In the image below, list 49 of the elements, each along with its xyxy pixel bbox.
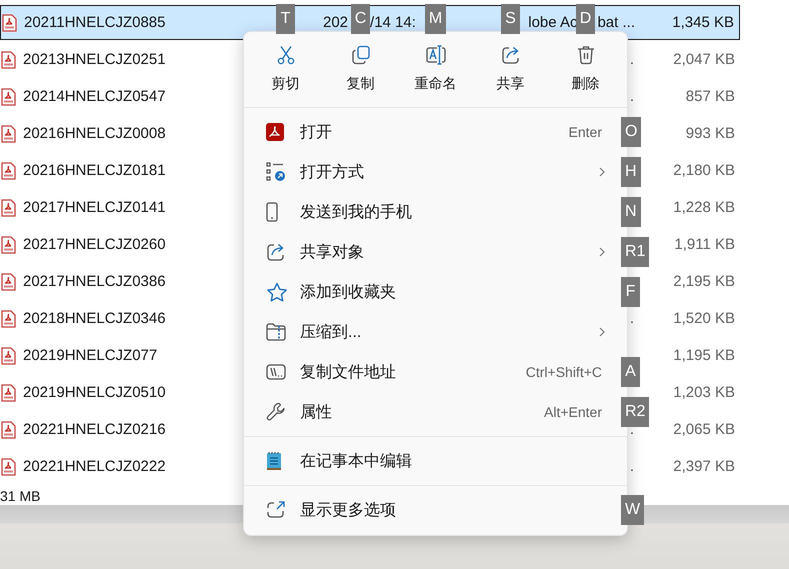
file-size: 2,180 KB [672, 162, 736, 179]
keytip-badge: F [621, 277, 640, 307]
keytip-badge: C [350, 4, 370, 34]
file-name: 20217HNELCJZ0260 [23, 236, 166, 253]
shortcut-text: Alt+Enter [544, 404, 602, 420]
file-type: bat ... [597, 14, 635, 31]
file-size: 857 KB [684, 88, 736, 105]
status-text: 31 MB [0, 488, 40, 504]
file-name: 20216HNELCJZ0008 [23, 125, 166, 142]
file-name: 20217HNELCJZ0386 [23, 273, 166, 290]
file-name: 20221HNELCJZ0222 [23, 458, 166, 475]
file-size: 993 KB [684, 125, 736, 142]
keytip-badge: R2 [621, 397, 650, 427]
file-name: 20219HNELCJZ0510 [23, 384, 166, 401]
file-type: . [630, 310, 634, 327]
file-date: /14 14: [370, 14, 416, 31]
file-type: . [630, 51, 634, 68]
keytip-badge: D [576, 4, 596, 34]
keytip-badge: W [621, 495, 644, 525]
keytip-badge: T [276, 4, 295, 34]
file-size: 1,195 KB [672, 347, 736, 364]
keytip-badge: R1 [621, 237, 650, 267]
keytip-badge: N [621, 197, 641, 227]
file-name: 20216HNELCJZ0181 [23, 162, 166, 179]
file-date: 202 [323, 14, 348, 31]
file-name: 20213HNELCJZ0251 [23, 51, 166, 68]
file-size: 1,345 KB [671, 14, 735, 31]
file-name: 20214HNELCJZ0547 [23, 88, 166, 105]
keytip-badge: A [621, 357, 640, 387]
file-size: 2,195 KB [672, 273, 736, 290]
file-size: 2,397 KB [672, 458, 736, 475]
keytip-badge: M [424, 4, 446, 34]
file-type: . [630, 458, 634, 475]
file-name: 20211HNELCJZ0885 [24, 14, 166, 31]
shortcut-text: Ctrl+Shift+C [526, 364, 602, 380]
file-size: 1,228 KB [672, 199, 736, 216]
file-size: 2,047 KB [672, 51, 736, 68]
keytip-badge: S [501, 4, 520, 34]
file-name: 20217HNELCJZ0141 [23, 199, 166, 216]
file-size: 1,203 KB [672, 384, 736, 401]
file-name: 20219HNELCJZ077 [23, 347, 158, 364]
keytip-badge: H [621, 157, 641, 187]
shortcut-text: Enter [568, 124, 602, 140]
file-size: 1,520 KB [672, 310, 736, 327]
file-size: 2,065 KB [672, 421, 736, 438]
keytip-badge: O [621, 117, 642, 147]
file-type: . [630, 88, 634, 105]
file-name: 20221HNELCJZ0216 [23, 421, 166, 438]
file-name: 20218HNELCJZ0346 [23, 310, 166, 327]
